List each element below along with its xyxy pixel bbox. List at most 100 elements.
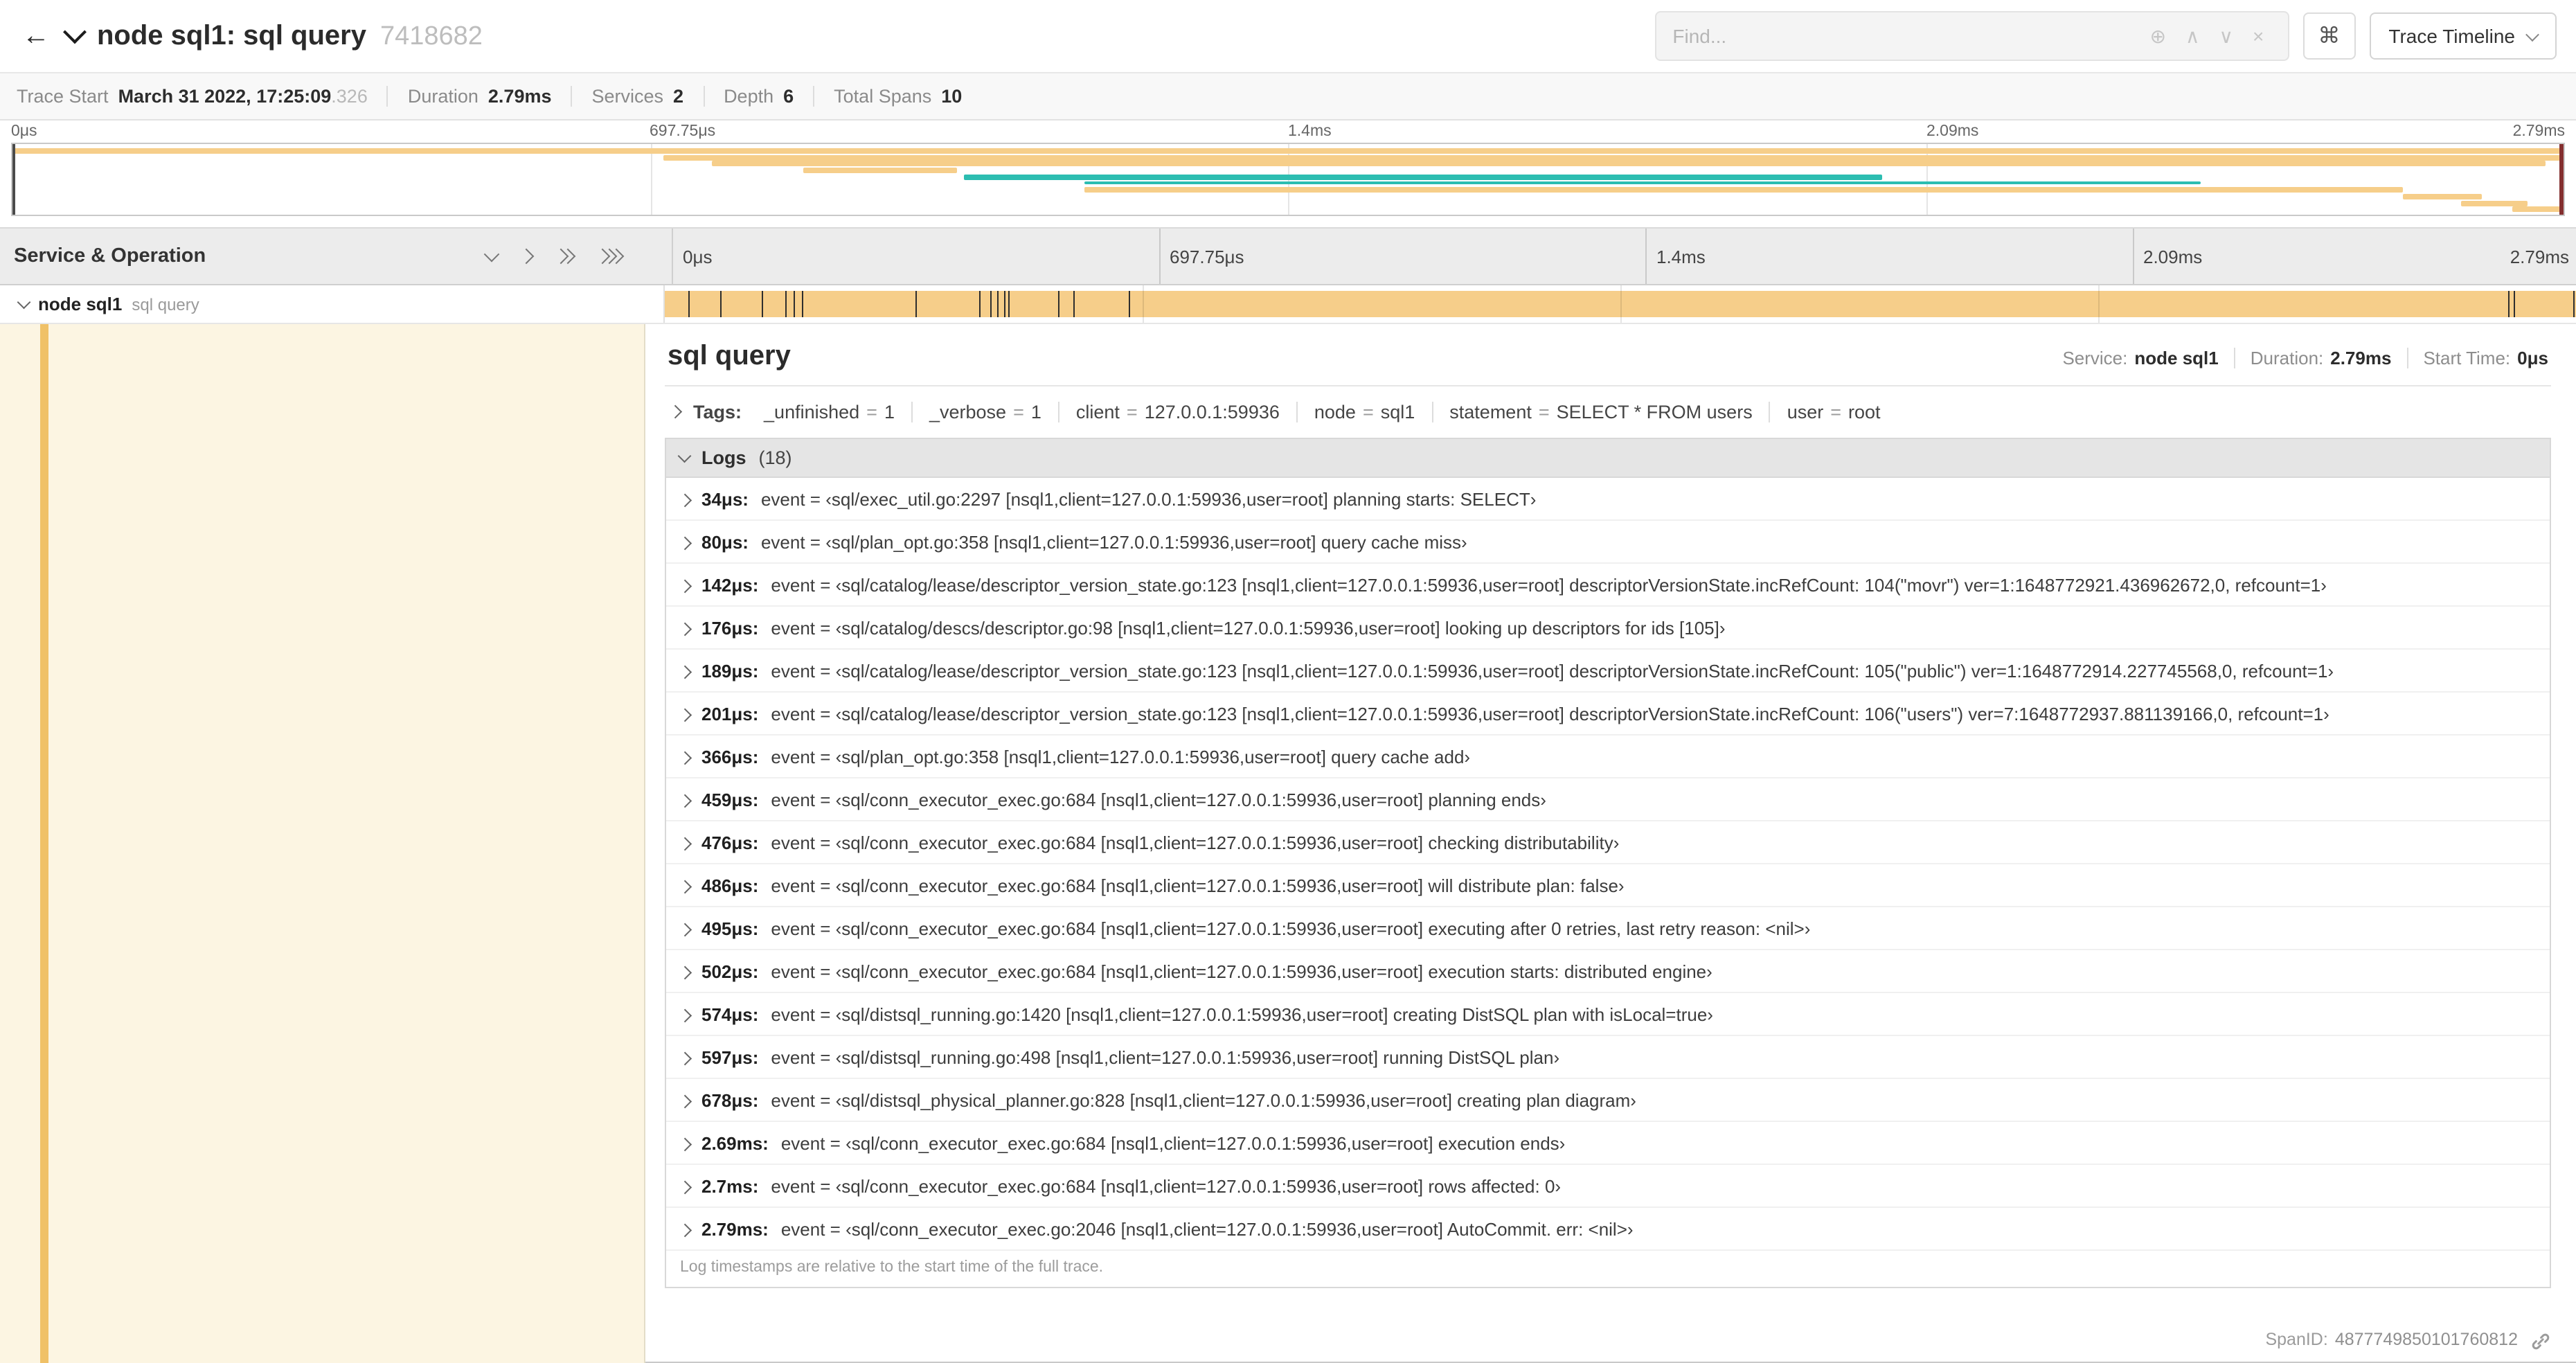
- trace-info-label: Total Spans: [834, 86, 932, 107]
- trace-info-value: 2: [673, 86, 684, 107]
- minimap-span-bar: [2461, 200, 2528, 206]
- logs-section: Logs (18) 34μs: event = ‹sql/exec_util.go…: [665, 438, 2551, 1288]
- span-row[interactable]: node sql1 sql query: [0, 285, 2576, 324]
- log-expand-icon[interactable]: [678, 794, 691, 807]
- expand-one-level-icon[interactable]: [483, 246, 500, 262]
- tags-row[interactable]: Tags: _unfinished = 1 _verbose = 1 client = 127.…: [665, 386, 2551, 438]
- log-event-text: event = ‹sql/catalog/lease/descriptor_ve…: [771, 704, 2329, 724]
- tag-item[interactable]: _unfinished = 1: [747, 402, 911, 422]
- collapse-one-level-icon[interactable]: [518, 248, 535, 265]
- log-row[interactable]: 2.7ms: event = ‹sql/conn_executor_exec.go…: [666, 1165, 2550, 1208]
- log-expand-icon[interactable]: [678, 493, 691, 506]
- tag-item[interactable]: node = sql1: [1296, 402, 1431, 422]
- collapse-all-icon[interactable]: [594, 248, 625, 265]
- log-row[interactable]: 34μs: event = ‹sql/exec_util.go:2297 [nsq…: [666, 478, 2550, 521]
- log-expand-icon[interactable]: [678, 880, 691, 893]
- service-operation-header-cell: Service & Operation: [0, 229, 673, 284]
- log-row[interactable]: 142μs: event = ‹sql/catalog/lease/descrip…: [666, 564, 2550, 607]
- minimap-left-scrubber[interactable]: [12, 144, 15, 215]
- log-row[interactable]: 366μs: event = ‹sql/plan_opt.go:358 [nsql…: [666, 736, 2550, 778]
- minimap-right-scrubber[interactable]: [2559, 144, 2564, 215]
- minimap-tick-label: 2.79ms: [2512, 123, 2565, 140]
- log-expand-icon[interactable]: [678, 1051, 691, 1064]
- log-event-tick: [1073, 291, 1075, 317]
- log-event-tick: [794, 291, 796, 317]
- log-row[interactable]: 495μs: event = ‹sql/conn_executor_exec.go…: [666, 907, 2550, 950]
- log-row[interactable]: 678μs: event = ‹sql/distsql_physical_plan…: [666, 1079, 2550, 1122]
- log-event-tick: [1057, 291, 1059, 317]
- keyboard-shortcuts-button[interactable]: ⌘: [2302, 12, 2356, 60]
- span-row-timeline[interactable]: [665, 285, 2576, 323]
- prev-match-icon[interactable]: ∧: [2176, 26, 2210, 46]
- find-input[interactable]: [1670, 24, 2140, 48]
- log-timestamp: 678μs:: [701, 1090, 759, 1111]
- log-row[interactable]: 486μs: event = ‹sql/conn_executor_exec.go…: [666, 864, 2550, 907]
- log-row[interactable]: 574μs: event = ‹sql/distsql_running.go:14…: [666, 993, 2550, 1036]
- next-match-icon[interactable]: ∨: [2210, 26, 2244, 46]
- log-row[interactable]: 2.69ms: event = ‹sql/conn_executor_exec.g…: [666, 1122, 2550, 1165]
- tag-item[interactable]: statement = SELECT * FROM users: [1431, 402, 1769, 422]
- tag-value: 1: [1030, 402, 1041, 422]
- span-id-label: SpanID:: [2265, 1329, 2328, 1348]
- span-id-footer: SpanID: 4877749850101760812: [665, 1316, 2551, 1362]
- minimap-canvas[interactable]: [11, 143, 2565, 216]
- trace-view-selector[interactable]: Trace Timeline: [2369, 12, 2557, 60]
- log-expand-icon[interactable]: [678, 1094, 691, 1107]
- tag-item[interactable]: client = 127.0.0.1:59936: [1057, 402, 1296, 422]
- tag-key: node: [1314, 402, 1356, 422]
- focus-matches-icon[interactable]: ⊕: [2140, 26, 2176, 46]
- log-row[interactable]: 502μs: event = ‹sql/conn_executor_exec.go…: [666, 950, 2550, 993]
- trace-minimap[interactable]: 0μs 697.75μs 1.4ms 2.09ms 2.79ms: [0, 121, 2576, 227]
- clear-search-icon[interactable]: ×: [2243, 26, 2273, 46]
- log-row[interactable]: 459μs: event = ‹sql/conn_executor_exec.go…: [666, 778, 2550, 821]
- logs-collapse-icon[interactable]: [678, 449, 691, 463]
- trace-info-label: Depth: [724, 86, 774, 107]
- collapse-trace-header-icon[interactable]: [63, 20, 87, 44]
- log-row[interactable]: 476μs: event = ‹sql/conn_executor_exec.go…: [666, 821, 2550, 864]
- span-row-name-cell[interactable]: node sql1 sql query: [0, 285, 665, 323]
- ruler-tick-label: 1.4ms: [1645, 229, 2132, 284]
- expand-all-icon[interactable]: [553, 248, 576, 265]
- timeline-collapser-controls: [483, 246, 625, 265]
- log-row[interactable]: 80μs: event = ‹sql/plan_opt.go:358 [nsql1…: [666, 521, 2550, 564]
- tag-item[interactable]: user = root: [1769, 402, 1897, 422]
- trace-info-label: Services: [591, 86, 664, 107]
- minimap-span-bar: [803, 168, 957, 174]
- tags-expand-icon[interactable]: [668, 405, 681, 419]
- log-timestamp: 366μs:: [701, 747, 759, 767]
- log-expand-icon[interactable]: [678, 665, 691, 678]
- log-row[interactable]: 189μs: event = ‹sql/catalog/lease/descrip…: [666, 650, 2550, 693]
- log-row[interactable]: 2.79ms: event = ‹sql/conn_executor_exec.g…: [666, 1208, 2550, 1251]
- deep-link-icon[interactable]: [2530, 1331, 2551, 1352]
- log-expand-icon[interactable]: [678, 923, 691, 936]
- tags-list: _unfinished = 1 _verbose = 1 client = 127.0.0.1:…: [747, 402, 1897, 422]
- back-button[interactable]: ←: [11, 11, 61, 61]
- log-expand-icon[interactable]: [678, 708, 691, 721]
- log-expand-icon[interactable]: [678, 1223, 691, 1236]
- ruler-tick-label: 697.75μs: [1159, 229, 1645, 284]
- log-event-text: event = ‹sql/conn_executor_exec.go:684 […: [780, 1133, 1566, 1154]
- span-detail-row: sql query Service: node sql1 Duration: 2.7…: [0, 324, 2576, 1363]
- log-expand-icon[interactable]: [678, 1180, 691, 1193]
- log-row[interactable]: 176μs: event = ‹sql/catalog/descs/descrip…: [666, 607, 2550, 650]
- tag-value: 127.0.0.1:59936: [1144, 402, 1280, 422]
- log-expand-icon[interactable]: [678, 837, 691, 850]
- tag-item[interactable]: _verbose = 1: [911, 402, 1058, 422]
- log-expand-icon[interactable]: [678, 579, 691, 592]
- trace-info-value-suffix: .326: [331, 86, 368, 107]
- logs-header[interactable]: Logs (18): [666, 439, 2550, 478]
- log-row[interactable]: 597μs: event = ‹sql/distsql_running.go:49…: [666, 1036, 2550, 1079]
- trace-info-value: 10: [941, 86, 963, 107]
- log-expand-icon[interactable]: [678, 1008, 691, 1022]
- log-expand-icon[interactable]: [678, 622, 691, 635]
- log-expand-icon[interactable]: [678, 536, 691, 549]
- log-row[interactable]: 201μs: event = ‹sql/catalog/lease/descrip…: [666, 693, 2550, 736]
- span-collapse-icon[interactable]: [17, 295, 30, 309]
- log-event-text: event = ‹sql/conn_executor_exec.go:684 […: [771, 875, 1625, 896]
- page-title: node sql1: sql query 7418682: [97, 20, 483, 52]
- log-expand-icon[interactable]: [678, 1137, 691, 1150]
- log-expand-icon[interactable]: [678, 965, 691, 979]
- log-expand-icon[interactable]: [678, 751, 691, 764]
- log-event-text: event = ‹sql/conn_executor_exec.go:684 […: [771, 832, 1620, 853]
- trace-view-label: Trace Timeline: [2388, 25, 2515, 47]
